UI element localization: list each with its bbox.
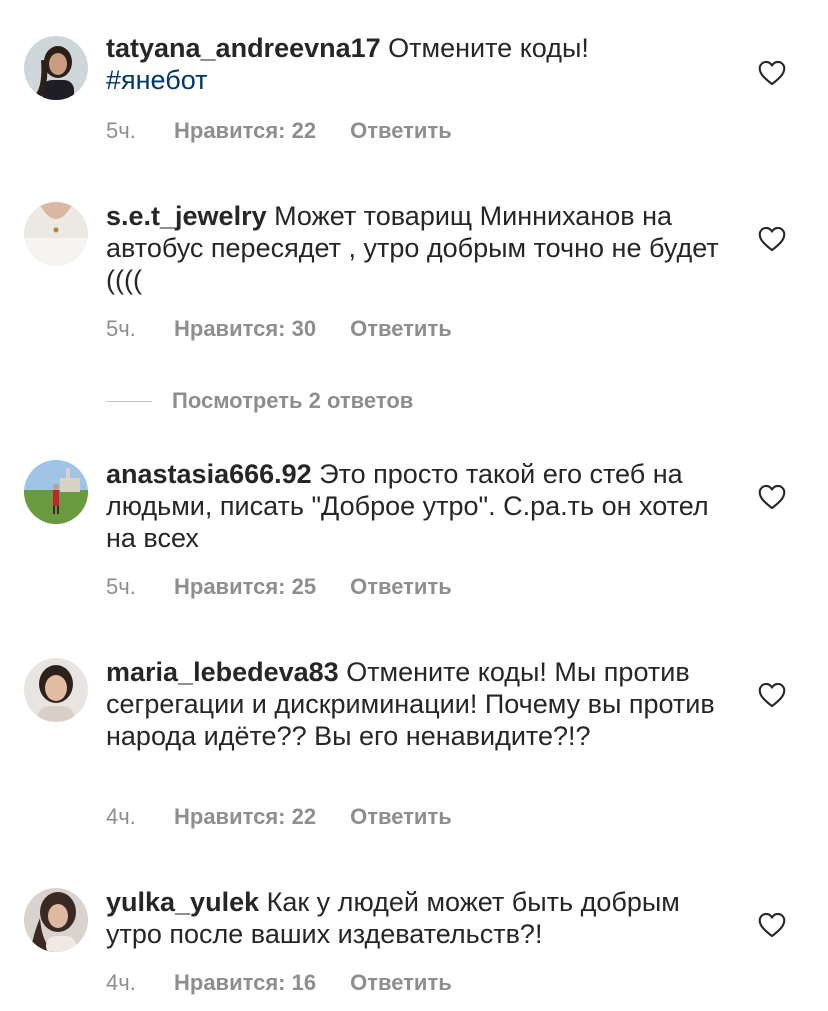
heart-icon[interactable] bbox=[758, 682, 786, 708]
comment-likes[interactable]: Нравится: 16 bbox=[174, 970, 316, 996]
avatar[interactable] bbox=[24, 658, 88, 722]
reply-button[interactable]: Ответить bbox=[350, 970, 452, 996]
reply-button[interactable]: Ответить bbox=[350, 118, 452, 144]
comment-meta: 4ч. Нравится: 16 Ответить bbox=[106, 970, 452, 996]
comment-likes[interactable]: Нравится: 30 bbox=[174, 316, 316, 342]
comment-username[interactable]: s.e.t_jewelry bbox=[106, 201, 267, 231]
reply-button[interactable]: Ответить bbox=[350, 574, 452, 600]
comment-body: Отмените коды! bbox=[388, 33, 589, 63]
comment-time: 4ч. bbox=[106, 970, 136, 995]
comment-username[interactable]: yulka_yulek bbox=[106, 887, 259, 917]
comment-username[interactable]: maria_lebedeva83 bbox=[106, 657, 339, 687]
view-replies-label: Посмотреть 2 ответов bbox=[172, 388, 414, 413]
reply-button[interactable]: Ответить bbox=[350, 316, 452, 342]
comment-meta: 5ч. Нравится: 25 Ответить bbox=[106, 574, 452, 600]
comment-time: 5ч. bbox=[106, 574, 136, 599]
avatar[interactable] bbox=[24, 36, 88, 100]
avatar[interactable] bbox=[24, 888, 88, 952]
comment-meta: 5ч. Нравится: 22 Ответить bbox=[106, 118, 452, 144]
replies-divider bbox=[106, 400, 152, 402]
comment-likes[interactable]: Нравится: 25 bbox=[174, 574, 316, 600]
comment-likes[interactable]: Нравится: 22 bbox=[174, 804, 316, 830]
comment-time: 5ч. bbox=[106, 316, 136, 341]
heart-icon[interactable] bbox=[758, 226, 786, 252]
comment-text: maria_lebedeva83 Отмените коды! Мы проти… bbox=[106, 656, 726, 752]
view-replies-button[interactable]: Посмотреть 2 ответов bbox=[106, 386, 413, 416]
avatar[interactable] bbox=[24, 202, 88, 266]
heart-icon[interactable] bbox=[758, 60, 786, 86]
comment-time: 5ч. bbox=[106, 118, 136, 143]
comment-username[interactable]: anastasia666.92 bbox=[106, 459, 312, 489]
comment-text: s.e.t_jewelry Может товарищ Минниханов н… bbox=[106, 200, 726, 296]
comment-username[interactable]: tatyana_andreevna17 bbox=[106, 33, 381, 63]
comment-text: tatyana_andreevna17 Отмените коды! #янеб… bbox=[106, 32, 726, 96]
hashtag-link[interactable]: #янебот bbox=[106, 65, 208, 95]
heart-icon[interactable] bbox=[758, 484, 786, 510]
comment-meta: 5ч. Нравится: 30 Ответить bbox=[106, 316, 452, 342]
comment-meta: 4ч. Нравится: 22 Ответить bbox=[106, 804, 452, 830]
reply-button[interactable]: Ответить bbox=[350, 804, 452, 830]
heart-icon[interactable] bbox=[758, 912, 786, 938]
avatar[interactable] bbox=[24, 460, 88, 524]
comment-likes[interactable]: Нравится: 22 bbox=[174, 118, 316, 144]
comment-text: anastasia666.92 Это просто такой его сте… bbox=[106, 458, 726, 554]
comment-time: 4ч. bbox=[106, 804, 136, 829]
comment-text: yulka_yulek Как у людей может быть добры… bbox=[106, 886, 726, 950]
